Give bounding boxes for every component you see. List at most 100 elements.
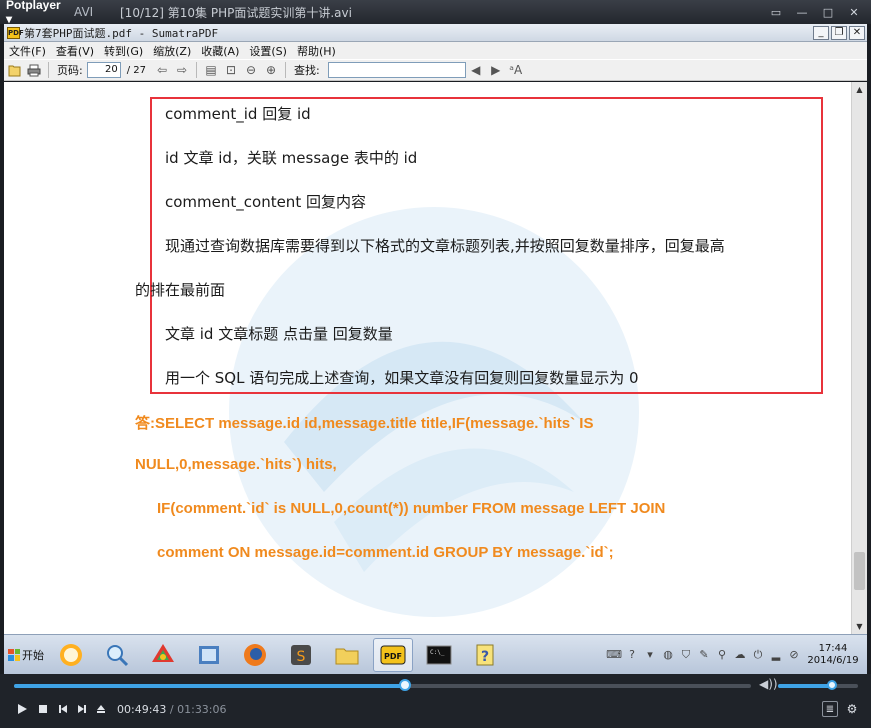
open-file-icon[interactable] [6, 62, 22, 78]
explorer-icon[interactable] [189, 638, 229, 672]
scroll-up-icon[interactable]: ▲ [852, 82, 867, 97]
sumatra-restore-icon[interactable]: ❐ [831, 25, 847, 40]
doc-line: 用一个 SQL 语句完成上述查询，如果文章没有回复则回复数量显示为 0 [165, 369, 639, 387]
close-icon[interactable]: ✕ [843, 3, 865, 21]
magnifier-icon[interactable] [97, 638, 137, 672]
volume-level [778, 684, 832, 688]
doc-line: 文章 id 文章标题 点击量 回复数量 [165, 325, 393, 343]
sumatra-title-bar: PDF 第7套PHP面试题.pdf - SumatraPDF _ ❐ ✕ [4, 24, 867, 42]
menu-help[interactable]: 帮助(H) [292, 43, 341, 59]
sumatra-app-icon: PDF [7, 26, 24, 39]
answer-line: NULL,0,message.`hits`) hits, [135, 456, 337, 473]
player-title-bar: Potplayer ▾ AVI [10/12] 第10集 PHP面试题实训第十讲… [0, 0, 871, 26]
volume-slider[interactable] [778, 680, 858, 690]
answer-line: 答:SELECT message.id id,message.title tit… [135, 415, 594, 432]
zoom-out-icon[interactable]: ⊖ [243, 62, 259, 78]
network-icon[interactable]: ◍ [661, 648, 675, 662]
player-menu-button[interactable]: Potplayer ▾ [0, 0, 66, 26]
start-label: 开始 [22, 648, 44, 662]
menu-favorites[interactable]: 收藏(A) [196, 43, 244, 59]
page-number-input[interactable]: 20 [86, 62, 121, 78]
taskbar-clock[interactable]: 17:44 2014/6/19 [805, 643, 861, 667]
system-tray: ⌨ ? ▾ ◍ ⛉ ✎ ⚲ ☁ ⏻ ▂ ⊘ 17:44 2014/6/19 [606, 635, 867, 675]
pin-icon[interactable]: ▭ [765, 3, 787, 21]
shield-icon[interactable]: ⛉ [679, 648, 693, 662]
chrome-icon[interactable] [143, 638, 183, 672]
doc-line: 现通过查询数据库需要得到以下格式的文章标题列表,并按照回复数量排序，回复最高 [165, 237, 725, 255]
sumatra-minimize-icon[interactable]: _ [813, 25, 829, 40]
player-controls: ◀)) 00:49:43 / 01:33:06 ≣ ⚙ [0, 674, 871, 728]
pdf-document-view[interactable]: comment_id 回复 id id 文章 id，关联 message 表中的… [4, 82, 851, 634]
menu-goto[interactable]: 转到(G) [99, 43, 148, 59]
doc-line: id 文章 id，关联 message 表中的 id [165, 149, 418, 167]
video-file-title: [10/12] 第10集 PHP面试题实训第十讲.avi [120, 5, 352, 20]
eject-icon[interactable] [93, 701, 109, 717]
playlist-icon[interactable]: ≣ [822, 701, 838, 717]
next-icon[interactable] [74, 701, 90, 717]
sumatra-menu-bar: 文件(F) 查看(V) 转到(G) 缩放(Z) 收藏(A) 设置(S) 帮助(H… [4, 42, 867, 59]
menu-zoom[interactable]: 缩放(Z) [148, 43, 196, 59]
seek-progress [14, 684, 406, 688]
stop-icon[interactable] [35, 701, 51, 717]
settings-gear-icon[interactable]: ⚙ [844, 701, 860, 717]
page-label: 页码: [57, 64, 83, 77]
svg-text:PDF: PDF [384, 652, 402, 661]
start-button[interactable]: 开始 [4, 640, 48, 670]
menu-file[interactable]: 文件(F) [4, 43, 51, 59]
qq-icon[interactable] [51, 638, 91, 672]
document-scrollbar[interactable]: ▲ ▼ [851, 82, 867, 634]
match-case-icon[interactable]: ᵃA [508, 62, 524, 78]
find-next-icon[interactable]: ▶ [488, 62, 504, 78]
seek-handle[interactable] [399, 679, 412, 691]
volume-handle[interactable] [826, 680, 837, 690]
cmd-icon[interactable]: C:\_ [419, 638, 459, 672]
plug-icon[interactable]: ⏻ [751, 648, 765, 662]
tray-help-icon[interactable]: ? [625, 648, 639, 662]
sumatra-close-icon[interactable]: ✕ [849, 25, 865, 40]
clock-time: 17:44 [818, 642, 848, 654]
fit-page-icon[interactable]: ▤ [203, 62, 219, 78]
doc-line: 的排在最前面 [135, 281, 226, 299]
menu-view[interactable]: 查看(V) [51, 43, 99, 59]
volume-icon[interactable]: ◀)) [759, 677, 778, 691]
sumatra-icon[interactable]: PDF [373, 637, 413, 672]
seek-bar[interactable] [14, 679, 751, 691]
answer-line: IF(comment.`id` is NULL,0,count(*)) numb… [157, 500, 666, 517]
time-display: 00:49:43 / 01:33:06 [117, 703, 227, 716]
cloud-icon[interactable]: ☁ [733, 648, 747, 662]
zoom-in-icon[interactable]: ⊕ [263, 62, 279, 78]
previous-icon[interactable] [55, 701, 71, 717]
toolbar-separator [48, 62, 49, 78]
maximize-icon[interactable]: □ [817, 3, 839, 21]
sumatra-toolbar: 页码: 20 / 27 ⇦ ⇨ ▤ ⊡ ⊖ ⊕ 查找: ◀ ▶ ᵃA [4, 59, 867, 81]
windows-taskbar: 开始 S PDF C:\_ ? ⌨ ? ▾ ◍ ⛉ ✎ ⚲ ☁ ⏻ ▂ ⊘ 17… [4, 634, 867, 674]
usb-icon[interactable]: ⚲ [715, 648, 729, 662]
help-icon[interactable]: ? [465, 638, 505, 672]
toolbar-separator [285, 62, 286, 78]
find-previous-icon[interactable]: ◀ [468, 62, 484, 78]
minimize-icon[interactable]: — [791, 3, 813, 21]
signal-icon[interactable]: ▂ [769, 648, 783, 662]
menu-settings[interactable]: 设置(S) [244, 43, 292, 59]
clock-date: 2014/6/19 [807, 654, 859, 666]
format-label: AVI [74, 5, 94, 19]
toolbar-separator [196, 62, 197, 78]
svg-text:C:\_: C:\_ [430, 649, 445, 656]
find-input[interactable] [327, 62, 466, 78]
keyboard-icon[interactable]: ⌨ [606, 648, 622, 662]
edit-icon[interactable]: ✎ [697, 648, 711, 662]
scrollbar-thumb[interactable] [854, 552, 865, 590]
print-icon[interactable] [26, 62, 42, 78]
folder-icon[interactable] [327, 638, 367, 672]
firefox-icon[interactable] [235, 638, 275, 672]
current-time: 00:49:43 [117, 703, 167, 716]
tray-expand-icon[interactable]: ▾ [643, 648, 657, 662]
sublime-icon[interactable]: S [281, 638, 321, 672]
windows-flag-icon [8, 648, 20, 661]
volume-muted-icon[interactable]: ⊘ [787, 648, 801, 662]
next-page-icon[interactable]: ⇨ [174, 62, 190, 78]
previous-page-icon[interactable]: ⇦ [154, 62, 170, 78]
play-icon[interactable] [14, 701, 30, 717]
fit-width-icon[interactable]: ⊡ [223, 62, 239, 78]
scroll-down-icon[interactable]: ▼ [852, 619, 867, 634]
